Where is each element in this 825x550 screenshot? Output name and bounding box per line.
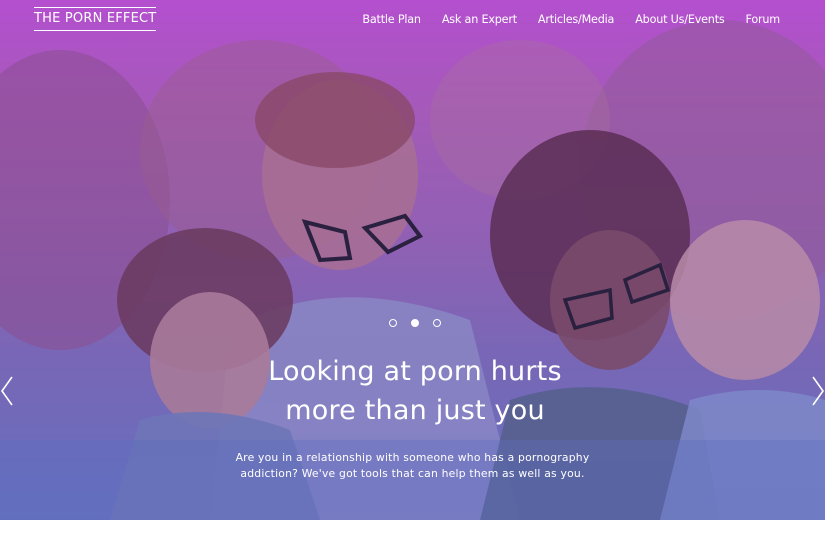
site-logo[interactable]: THE PORN EFFECT [34, 7, 157, 31]
chevron-right-icon[interactable] [809, 374, 825, 408]
slider-pagination [389, 319, 441, 327]
slider-dot-2[interactable] [411, 319, 419, 327]
hero-subtext: Are you in a relationship with someone w… [210, 450, 615, 482]
hero-subtext-line-1: Are you in a relationship with someone w… [235, 451, 590, 464]
nav-item-articles-media[interactable]: Articles/Media [538, 13, 614, 26]
hero-headline-line-1: Looking at porn hurts [268, 356, 562, 387]
slider-dot-3[interactable] [433, 319, 441, 327]
nav-item-ask-an-expert[interactable]: Ask an Expert [442, 13, 517, 26]
page-content-area [0, 520, 825, 550]
hero-headline-line-2: more than just you [285, 395, 545, 426]
nav-item-about-us-events[interactable]: About Us/Events [635, 13, 725, 26]
nav-item-battle-plan[interactable]: Battle Plan [362, 13, 421, 26]
nav-item-forum[interactable]: Forum [746, 13, 781, 26]
hero-family-photo [0, 20, 825, 520]
main-nav: Battle Plan Ask an Expert Articles/Media… [362, 13, 780, 26]
slider-dot-1[interactable] [389, 319, 397, 327]
hero-subtext-line-2: addiction? We've got tools that can help… [240, 467, 585, 480]
hero-headline: Looking at porn hurts more than just you [200, 352, 630, 430]
chevron-left-icon[interactable] [0, 374, 16, 408]
hero-slider: THE PORN EFFECT Battle Plan Ask an Exper… [0, 0, 825, 520]
